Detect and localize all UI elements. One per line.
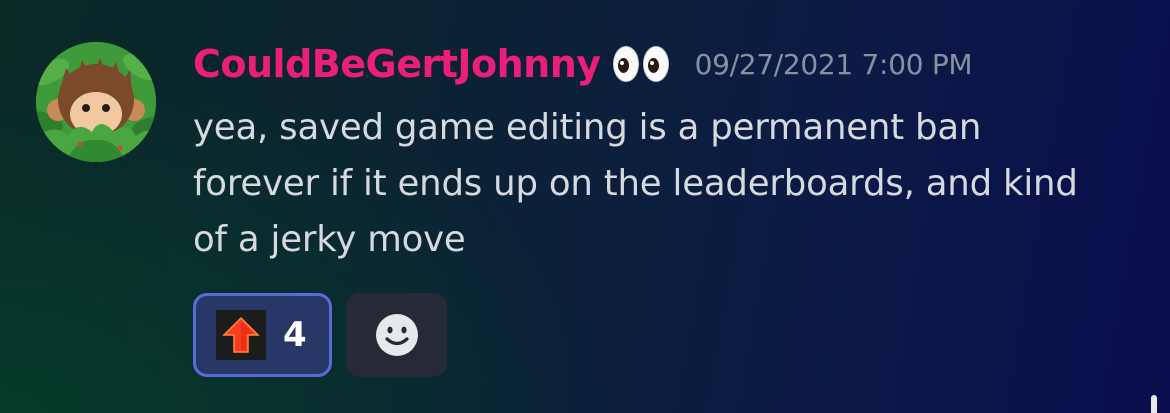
reaction-count: 4 [283,315,307,355]
eyes-emoji-icon [612,46,669,82]
scrollbar-thumb[interactable] [1151,395,1157,413]
message-content: yea, saved game editing is a permanent b… [193,107,1078,260]
red-up-arrow-emoji-icon [216,310,266,360]
smiley-add-reaction-icon [375,314,418,356]
reaction-bar: 4 [193,293,447,377]
chat-message: CouldBeGertJohnny 09/27/2021 7:00 PM yea… [0,0,1170,413]
message-header: CouldBeGertJohnny 09/27/2021 7:00 PM [193,36,973,92]
message-timestamp: 09/27/2021 7:00 PM [694,47,973,81]
reaction-button[interactable]: 4 [193,293,332,377]
add-reaction-button[interactable] [346,293,447,377]
user-avatar[interactable] [36,42,156,162]
monkey-avatar-icon [36,42,156,162]
username[interactable]: CouldBeGertJohnny [193,42,601,86]
